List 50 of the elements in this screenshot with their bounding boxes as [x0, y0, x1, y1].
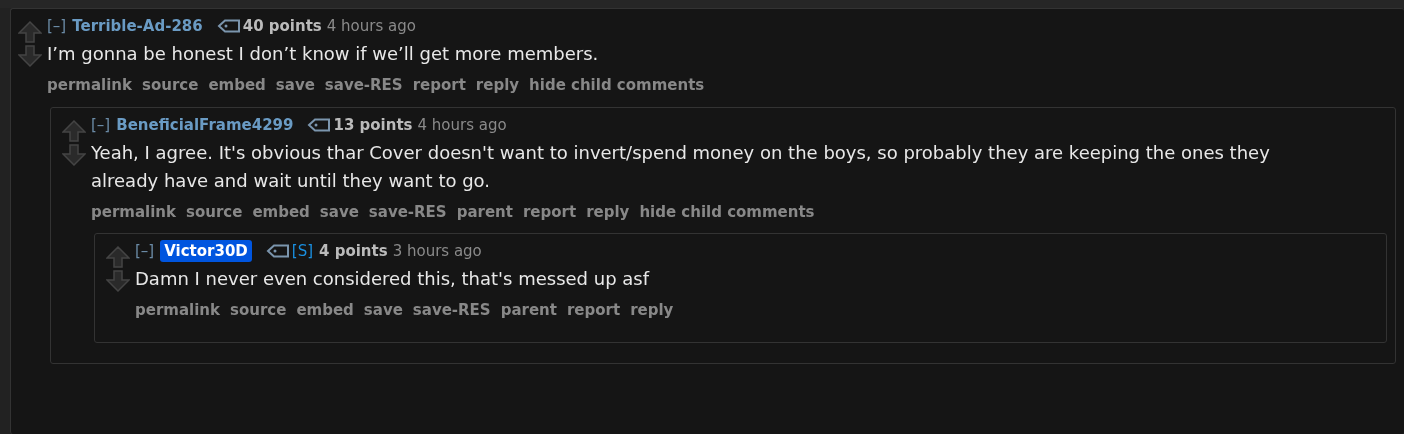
collapse-link[interactable]: [–] [47, 15, 67, 37]
tag-icon [216, 19, 241, 33]
action-link[interactable]: source [142, 74, 199, 97]
action-link[interactable]: reply [586, 200, 630, 223]
comment-text: I’m gonna be honest I don’t know if we’ll get more members. [47, 42, 600, 66]
action-link[interactable]: embed [252, 200, 310, 223]
action-link[interactable]: hide child comments [529, 74, 705, 97]
downvote-icon[interactable] [18, 45, 42, 67]
timestamp: 4 hours ago [326, 16, 416, 37]
action-link[interactable]: permalink [47, 74, 132, 97]
action-link[interactable]: embed [208, 74, 266, 97]
action-link[interactable]: embed [296, 299, 354, 322]
points-count: 40 points [242, 16, 322, 37]
action-link[interactable]: source [230, 299, 287, 322]
points-count: 4 points [319, 241, 388, 262]
submitter-flair: [S] [291, 241, 314, 262]
comment-text: Yeah, I agree. It's obvious thar Cover doesn't want to invert/spend money on the boys, so probably they are keeping the ones they already have and wait until they want to go. [91, 140, 1271, 193]
points-count: 13 points [333, 114, 413, 136]
collapse-link[interactable]: [–] [91, 113, 111, 136]
upvote-icon[interactable] [106, 246, 130, 268]
action-link[interactable]: parent [500, 299, 557, 322]
action-link[interactable]: reply [475, 74, 520, 97]
action-link[interactable]: reply [630, 299, 674, 322]
comment-text: Damn I never even considered this, that's messed up asf [135, 267, 651, 291]
action-link[interactable]: save [363, 299, 403, 322]
action-link[interactable]: report [522, 200, 577, 223]
upvote-icon[interactable] [62, 119, 86, 142]
action-link[interactable]: hide child comments [639, 200, 815, 223]
downvote-icon[interactable] [62, 143, 86, 166]
action-link[interactable]: save [319, 200, 359, 223]
action-link[interactable]: permalink [135, 299, 220, 322]
author-link[interactable]: BeneficialFrame4299 [116, 113, 294, 136]
collapse-link[interactable]: [–] [135, 240, 155, 262]
action-link[interactable]: save [275, 74, 315, 97]
downvote-icon[interactable] [106, 270, 130, 292]
action-link[interactable]: parent [456, 200, 513, 223]
action-link[interactable]: save-RES [412, 299, 491, 322]
action-link[interactable]: source [186, 200, 243, 223]
timestamp: 3 hours ago [392, 241, 482, 262]
action-link[interactable]: save-RES [368, 200, 447, 223]
action-link[interactable]: report [566, 299, 621, 322]
tag-icon [307, 117, 332, 132]
action-link[interactable]: save-RES [324, 74, 403, 97]
action-link[interactable]: permalink [91, 200, 176, 223]
author-link[interactable]: Terrible-Ad-286 [72, 15, 203, 37]
upvote-icon[interactable] [18, 21, 42, 43]
tag-icon [265, 244, 290, 258]
action-link[interactable]: report [412, 74, 466, 97]
timestamp: 4 hours ago [417, 114, 507, 136]
author-link[interactable]: Victor30D [160, 240, 252, 262]
